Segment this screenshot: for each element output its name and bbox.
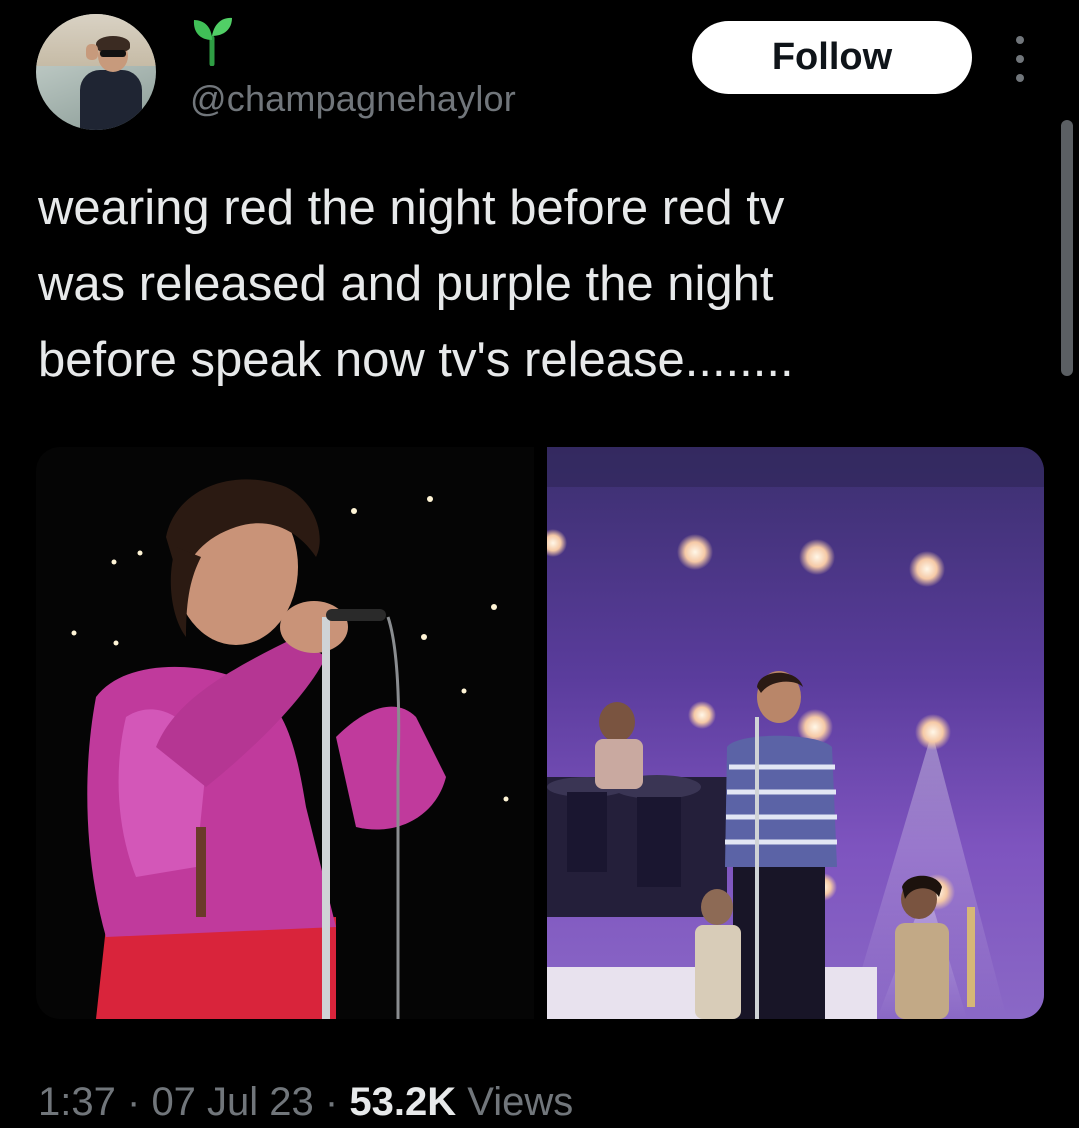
tweet-text: wearing red the night before red tv was … [38, 181, 794, 387]
dot [1016, 36, 1024, 44]
photo-left[interactable] [36, 447, 534, 1019]
separator: · [126, 1080, 141, 1124]
views-label: Views [467, 1080, 574, 1124]
scrollbar[interactable] [1061, 120, 1073, 376]
views-count[interactable]: 53.2K [349, 1080, 456, 1124]
dot [1016, 74, 1024, 82]
author-handle[interactable]: @champagnehaylor [190, 78, 516, 120]
tweet-time[interactable]: 1:37 [38, 1080, 116, 1124]
photo-right-image [547, 447, 1044, 1019]
photo-right[interactable] [547, 447, 1044, 1019]
follow-button[interactable]: Follow [692, 21, 972, 94]
separator: · [324, 1080, 339, 1124]
avatar-glasses [100, 50, 126, 57]
avatar-hand [86, 44, 98, 60]
dot [1016, 55, 1024, 63]
photo-left-image [71, 479, 509, 1019]
tweet-meta: 1:37 · 07 Jul 23 · 53.2K Views [38, 1080, 573, 1125]
seedling-icon [193, 17, 232, 66]
tweet-date[interactable]: 07 Jul 23 [151, 1080, 313, 1124]
more-options-icon[interactable] [1010, 36, 1030, 82]
avatar-body [80, 70, 142, 130]
author-avatar[interactable] [36, 14, 156, 130]
media-grid[interactable] [36, 447, 1044, 1019]
